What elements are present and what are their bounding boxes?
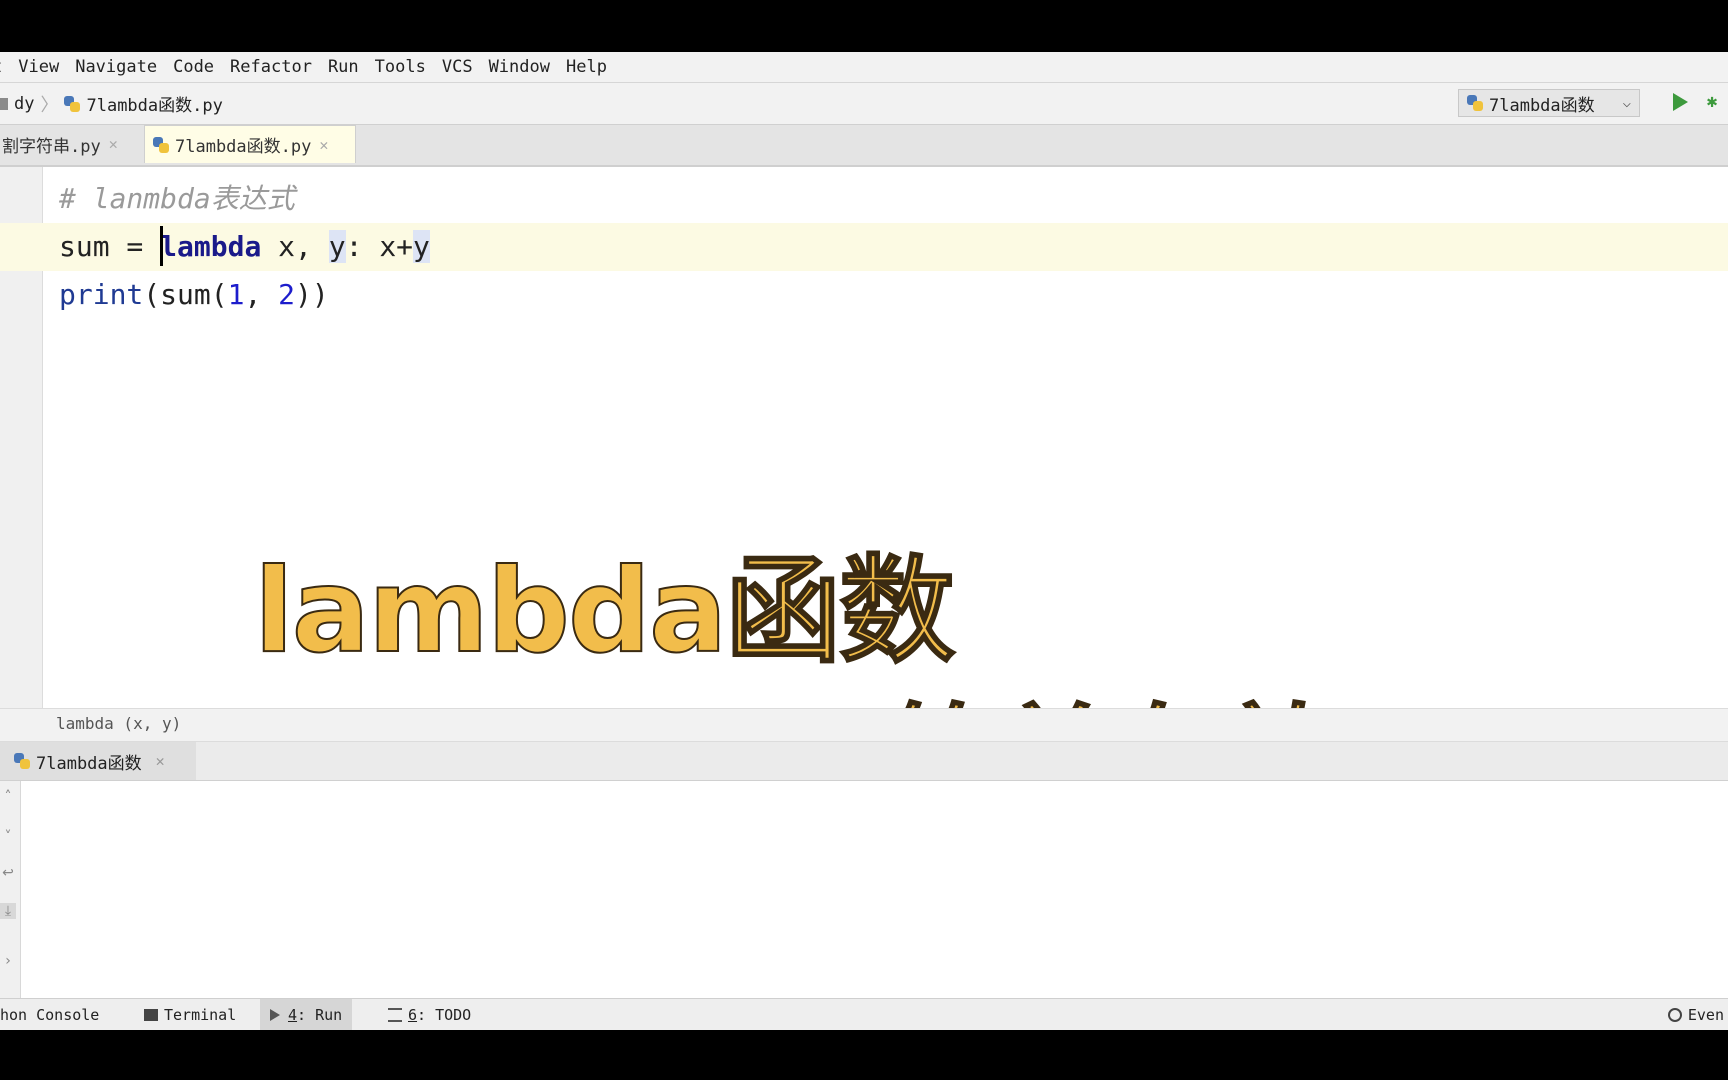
event-log-button[interactable]: Even <box>1658 999 1728 1030</box>
run-tab-label: 7lambda函数 <box>36 753 142 774</box>
code-operator: = <box>109 230 161 263</box>
todo-button[interactable]: 6: TODO <box>378 999 481 1030</box>
close-tab-icon[interactable]: ✕ <box>109 135 118 153</box>
editor-tab-bar: 割字符串.py ✕ 7lambda函数.py ✕ <box>0 125 1728 167</box>
code-expression: : x+ <box>345 230 414 263</box>
code-builtin: print <box>59 278 144 311</box>
run-configuration-label: 7lambda函数 <box>1489 95 1595 116</box>
run-configuration-dropdown[interactable]: 7lambda函数 ⌵ <box>1458 89 1640 117</box>
editor-tab[interactable]: 割字符串.py ✕ <box>0 125 140 163</box>
chevron-down-icon: ⌵ <box>1622 95 1631 111</box>
run-tab[interactable]: 7lambda函数 ✕ <box>0 742 196 780</box>
folder-icon <box>0 97 8 110</box>
menu-item-code[interactable]: Code <box>161 57 222 77</box>
code-call: (sum( <box>143 278 228 311</box>
code-line-current[interactable]: sum = lambda x, y: x+y <box>0 223 1728 271</box>
tool-window-bar: hon Console Terminal 4: Run 6: TODO Even <box>0 998 1728 1030</box>
ide-window: t View Navigate Code Refactor Run Tools … <box>0 52 1728 1030</box>
code-param: x, <box>261 230 329 263</box>
close-run-tab-icon[interactable]: ✕ <box>156 752 165 770</box>
code-close-paren: )) <box>295 278 329 311</box>
menu-item-refactor[interactable]: Refactor <box>218 57 320 77</box>
breadcrumb-folder[interactable]: dy <box>14 94 34 114</box>
menu-item-view[interactable]: View <box>6 57 67 77</box>
python-run-icon <box>14 753 30 769</box>
navigation-bar: dy 〉 7lambda函数.py 7lambda函数 ⌵ ✱ <box>0 83 1728 125</box>
code-param-highlight: y <box>413 230 430 263</box>
list-icon <box>388 1008 402 1022</box>
editor-tab-active[interactable]: 7lambda函数.py ✕ <box>144 125 356 163</box>
todo-shortcut-number: 6 <box>408 1006 418 1024</box>
menu-item-tools[interactable]: Tools <box>363 57 434 77</box>
code-line[interactable]: print(sum(1, 2)) <box>0 271 1728 319</box>
event-log-icon <box>1667 1008 1682 1022</box>
code-number: 2 <box>278 278 296 311</box>
python-file-icon <box>153 136 169 153</box>
breadcrumb-file[interactable]: 7lambda函数.py <box>86 91 222 116</box>
overlay-title: lambda函数 <box>253 543 956 680</box>
close-tab-icon[interactable]: ✕ <box>319 136 328 154</box>
scroll-to-end-icon[interactable]: ⤓ <box>0 903 16 919</box>
code-line[interactable]: # lanmbda表达式 <box>0 175 1728 223</box>
editor-breadcrumb-bar: lambda (x, y) <box>0 708 1728 742</box>
menu-item-vcs[interactable]: VCS <box>430 57 481 77</box>
python-config-icon <box>1467 95 1483 111</box>
run-output-console[interactable]: ˄ ˅ ↩ ⤓ › <box>0 781 1728 999</box>
run-side-toolbar: ˄ ˅ ↩ ⤓ › <box>0 781 21 999</box>
code-comment: # lanmbda表达式 <box>59 182 295 215</box>
terminal-icon <box>144 1009 158 1021</box>
debug-bug-icon[interactable]: ✱ <box>1702 91 1722 113</box>
event-log-label: Even <box>1687 1006 1724 1024</box>
code-param-highlight: y <box>328 230 346 263</box>
code-editor[interactable]: # lanmbda表达式 sum = lambda x, y: x+y prin… <box>0 167 1728 822</box>
run-shortcut-number: 4 <box>288 1006 298 1024</box>
menu-item-navigate[interactable]: Navigate <box>63 57 165 77</box>
menu-item-window[interactable]: Window <box>477 57 558 77</box>
scroll-up-icon[interactable]: ˄ <box>0 789 16 805</box>
run-tool-window-header: 7lambda函数 ✕ <box>0 742 1728 781</box>
editor-breadcrumb-text[interactable]: lambda (x, y) <box>56 709 181 739</box>
play-icon <box>270 1009 280 1021</box>
soft-wrap-icon[interactable]: ↩ <box>0 865 16 881</box>
text-caret <box>160 226 164 266</box>
breadcrumb-separator-icon: 〉 <box>40 94 59 116</box>
run-button[interactable] <box>1673 93 1688 111</box>
scroll-down-icon[interactable]: ˅ <box>0 829 16 845</box>
python-console-label: hon Console <box>0 1006 100 1024</box>
menu-bar: t View Navigate Code Refactor Run Tools … <box>0 52 1728 83</box>
python-file-icon <box>64 95 81 112</box>
more-icon[interactable]: › <box>0 953 16 969</box>
code-comma: , <box>244 278 279 311</box>
run-tool-button[interactable]: 4: Run <box>260 999 353 1030</box>
todo-label: : TODO <box>417 1006 472 1024</box>
code-identifier: sum <box>59 230 110 263</box>
code-keyword: lambda <box>160 230 262 263</box>
terminal-button[interactable]: Terminal <box>134 999 246 1030</box>
python-console-button[interactable]: hon Console <box>0 999 109 1030</box>
menu-item-run[interactable]: Run <box>316 57 367 77</box>
editor-tab-label: 割字符串.py <box>2 136 101 157</box>
code-number: 1 <box>227 278 245 311</box>
menu-item-help[interactable]: Help <box>554 57 615 77</box>
editor-tab-label: 7lambda函数.py <box>175 137 312 157</box>
terminal-label: Terminal <box>164 1006 237 1024</box>
run-tool-label: : Run <box>297 1006 343 1024</box>
